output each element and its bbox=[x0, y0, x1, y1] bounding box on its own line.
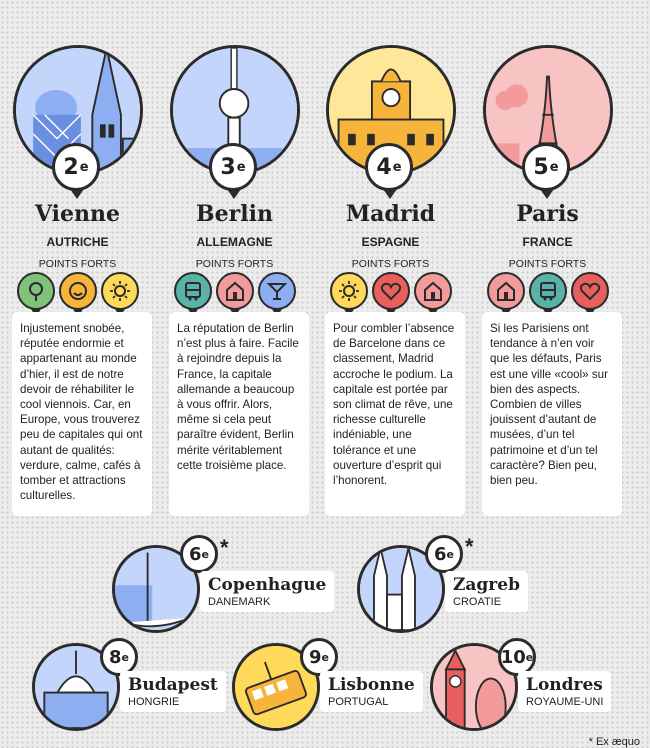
description-card: La réputation de Berlin n’est plus à fai… bbox=[169, 312, 309, 516]
city-label: Zagreb CROATIE bbox=[445, 571, 528, 612]
city-name: Madrid bbox=[345, 201, 436, 227]
country-name: PORTUGAL bbox=[328, 696, 389, 708]
country-name: FRANCE bbox=[522, 235, 573, 249]
description-card: Pour combler l’absence de Barcelone dans… bbox=[325, 312, 465, 516]
description-card: Si les Parisiens ont tendance à n’en voi… bbox=[482, 312, 622, 516]
country-name: ROYAUME-UNI bbox=[526, 696, 604, 708]
cocktail-icon bbox=[257, 272, 296, 317]
city-zagreb: 6e * Zagreb CROATIE bbox=[357, 530, 547, 635]
bus-icon bbox=[528, 272, 567, 317]
country-name: DANEMARK bbox=[208, 596, 271, 608]
city-label: Londres ROYAUME-UNI bbox=[518, 671, 612, 712]
building-icon bbox=[215, 272, 254, 317]
city-name: Londres bbox=[526, 675, 603, 695]
city-name: Berlin bbox=[196, 201, 273, 227]
heart-icon bbox=[570, 272, 609, 317]
city-label: Budapest HONGRIE bbox=[120, 671, 226, 712]
points-forts-label: POINTS FORTS bbox=[195, 258, 274, 270]
ex-aequo-star: * bbox=[220, 535, 229, 560]
description-card: Injustement snobée, réputée endormie et … bbox=[12, 312, 152, 516]
rank-badge: 6e bbox=[425, 535, 463, 573]
city-copenhague: 6e * Copenhague DANEMARK bbox=[112, 535, 335, 635]
city-name: Copenhague bbox=[208, 575, 327, 595]
city-londres: 10 e Londres ROYAUME-UNI bbox=[430, 628, 642, 736]
rank-badge: 3e bbox=[209, 143, 257, 199]
footnote: * Ex æquo bbox=[588, 736, 640, 748]
country-name: ESPAGNE bbox=[361, 235, 420, 249]
rank-badge: 2e bbox=[52, 143, 100, 199]
country-name: HONGRIE bbox=[128, 696, 180, 708]
city-label: Copenhague DANEMARK bbox=[200, 571, 335, 612]
country-name: AUTRICHE bbox=[46, 235, 109, 249]
building-icon bbox=[413, 272, 452, 317]
sun-icon bbox=[329, 272, 368, 317]
points-forts-label: POINTS FORTS bbox=[351, 258, 430, 270]
ex-aequo-star: * bbox=[465, 534, 474, 559]
country-name: ALLEMAGNE bbox=[196, 235, 273, 249]
points-forts-label: POINTS FORTS bbox=[508, 258, 587, 270]
city-name: Paris bbox=[516, 201, 579, 227]
city-budapest: 8e Budapest HONGRIE bbox=[32, 638, 232, 736]
city-name: Budapest bbox=[128, 675, 218, 695]
strengths-icons bbox=[0, 272, 155, 317]
city-lisbonne: 9e Lisbonne PORTUGAL bbox=[232, 638, 432, 736]
tree-icon bbox=[16, 272, 55, 317]
city-name: Lisbonne bbox=[328, 675, 415, 695]
country-name: CROATIE bbox=[453, 596, 502, 608]
strengths-icons bbox=[470, 272, 625, 317]
smiley-icon bbox=[58, 272, 97, 317]
points-forts-label: POINTS FORTS bbox=[38, 258, 117, 270]
rank-badge: 6e bbox=[180, 535, 218, 573]
rank-badge: 5e bbox=[522, 143, 570, 199]
rank-badge: 4e bbox=[365, 143, 413, 199]
city-name: Vienne bbox=[34, 201, 121, 227]
building-icon bbox=[486, 272, 525, 317]
strengths-icons bbox=[313, 272, 468, 317]
sun-icon bbox=[100, 272, 139, 317]
heart-icon bbox=[371, 272, 410, 317]
city-name: Zagreb bbox=[453, 575, 520, 595]
strengths-icons bbox=[157, 272, 312, 317]
city-label: Lisbonne PORTUGAL bbox=[320, 671, 423, 712]
bus-icon bbox=[173, 272, 212, 317]
